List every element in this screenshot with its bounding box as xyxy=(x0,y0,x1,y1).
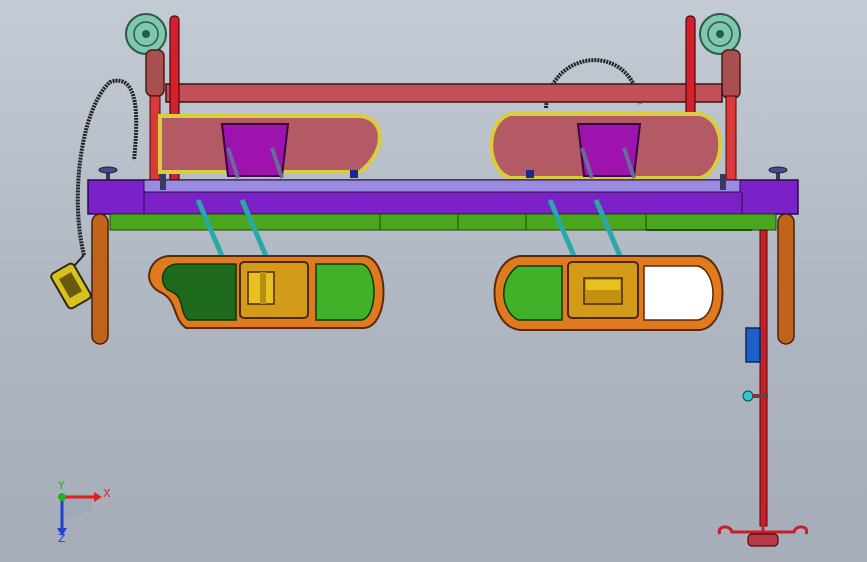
z-axis-label: Z xyxy=(58,532,66,545)
lower-left-side-rail[interactable] xyxy=(148,255,385,329)
y-axis-dot xyxy=(58,493,66,501)
coordinate-triad: X Y Z xyxy=(57,479,111,545)
hospital-bed-model[interactable]: X Y Z xyxy=(0,0,867,562)
x-axis-label: X xyxy=(103,487,111,500)
pendant-controller[interactable] xyxy=(50,254,93,310)
y-axis-label: Y xyxy=(57,479,65,492)
left-leg[interactable] xyxy=(91,213,109,345)
left-caster-post xyxy=(145,49,165,97)
right-leg[interactable] xyxy=(777,213,795,345)
upper-left-headboard[interactable] xyxy=(158,114,382,179)
cad-viewport[interactable]: X Y Z xyxy=(0,0,867,562)
iv-pole-clamp[interactable] xyxy=(745,327,761,363)
upper-right-headboard[interactable] xyxy=(489,112,723,180)
left-caster-assembly[interactable] xyxy=(125,13,167,97)
right-caster-post xyxy=(721,49,741,99)
lower-right-side-rail[interactable] xyxy=(493,255,724,331)
top-crossbar[interactable] xyxy=(165,83,723,103)
main-bed-frame[interactable] xyxy=(87,174,799,215)
iv-pole-knob[interactable] xyxy=(742,390,754,402)
